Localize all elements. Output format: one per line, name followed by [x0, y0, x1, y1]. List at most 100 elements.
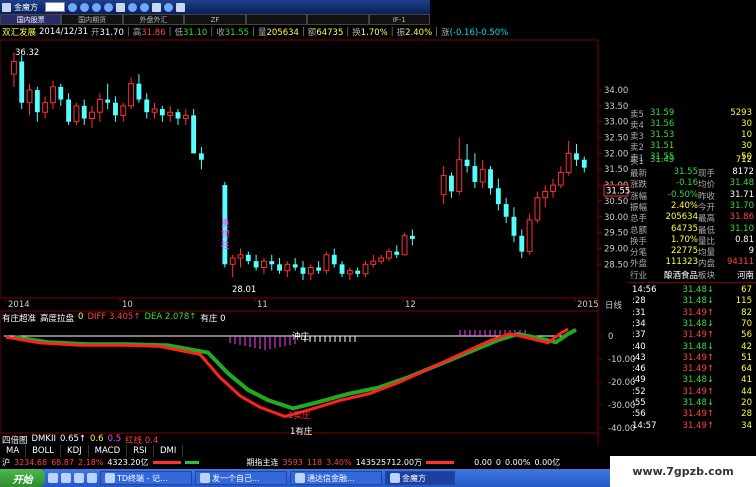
sh-index[interactable]: 3234.68	[14, 458, 47, 467]
tick-row[interactable]: :55 31.48↓ 20	[632, 398, 752, 408]
y-tick-label: 32.00	[604, 149, 628, 159]
futures-price[interactable]: 3593	[283, 458, 303, 467]
quote-stat-row[interactable]: 分笔 22775 均量 9	[630, 246, 754, 258]
quicklaunch-desktop-icon[interactable]	[61, 473, 71, 483]
candle-body	[346, 270, 353, 275]
candle-body	[175, 112, 181, 119]
stat-value: 2.40%	[670, 200, 698, 211]
taskbar-item-0[interactable]: TD终端 - 记...	[100, 471, 192, 485]
taskbar-item-3[interactable]: 金魔方	[385, 471, 455, 485]
tick-row[interactable]: :31 31.49↑ 82	[632, 308, 752, 318]
quote-stat-row[interactable]: 外盘 111323 内盘 94311	[630, 257, 754, 269]
buy-level-1[interactable]: 买1 31.49 712	[630, 155, 752, 167]
last-price-tag: 31.55	[606, 187, 630, 197]
candle-body	[534, 197, 541, 221]
tick-row[interactable]: :52 31.49↑ 44	[632, 387, 752, 397]
indicator-tab-dmi[interactable]: DMI	[154, 445, 184, 457]
quote-stat-row[interactable]: 振幅 2.40% 今开 31.70	[630, 201, 754, 213]
tick-volume: 44	[741, 386, 752, 397]
candle-body	[394, 251, 400, 255]
indicator-tab-boll[interactable]: BOLL	[26, 445, 61, 457]
stat-value: -0.50%	[667, 189, 698, 200]
stat-value: 31.55	[673, 167, 698, 177]
vertical-label-char: 柱	[221, 240, 230, 251]
tick-row[interactable]: :28 31.48↓ 115	[632, 296, 752, 306]
start-button[interactable]: 开始	[0, 469, 45, 487]
vertical-label-char: 重	[221, 218, 230, 229]
indicator-tab-rsi[interactable]: RSI	[127, 445, 154, 457]
taskbar-item-1[interactable]: 发一个自己...	[195, 471, 287, 485]
quote-stat-row[interactable]: 换手 1.70% 量比 0.81	[630, 235, 754, 247]
quicklaunch-folder-icon[interactable]	[74, 473, 84, 483]
indicator-tab-macd[interactable]: MACD	[89, 445, 128, 457]
x-tick-label: 2014	[8, 300, 30, 310]
stat-label: 外盘	[630, 259, 648, 270]
candle-body	[550, 184, 556, 192]
candle-body	[456, 159, 463, 192]
tick-row[interactable]: :56 31.49↑ 28	[632, 409, 752, 419]
tick-row[interactable]: :49 31.48↓ 41	[632, 375, 752, 385]
tick-time: :40	[632, 341, 646, 352]
candle-body	[199, 153, 204, 160]
tick-row[interactable]: 14:56 31.48↓ 67	[632, 285, 752, 295]
tick-row[interactable]: :34 31.48↓ 70	[632, 319, 752, 329]
sh-percent: 2.18%	[78, 458, 104, 467]
taskbar-item-label: 发一个自己...	[212, 473, 260, 483]
stat-label: 涨幅	[630, 191, 648, 202]
y-tick-label: 28.50	[604, 260, 628, 270]
stat-label: 总手	[630, 214, 648, 225]
indicator-tab-kdj[interactable]: KDJ	[61, 445, 89, 457]
tick-price: 31.49↑	[682, 409, 714, 420]
quicklaunch-media-icon[interactable]	[87, 473, 97, 483]
sh-bar-green	[184, 461, 199, 464]
quote-stat-row[interactable]: 涨幅 -0.50% 昨收 31.71	[630, 190, 754, 202]
tick-volume: 115	[735, 296, 752, 307]
tick-price: 31.48↓	[682, 296, 714, 307]
macd-v1: 0	[78, 312, 84, 322]
quote-stat-row[interactable]: 行业 酿酒食品 板块 河南	[630, 269, 754, 281]
buy-label: 买1	[630, 157, 644, 167]
indicator-tab-ma[interactable]: MA	[0, 445, 27, 457]
quote-stat-row[interactable]: 总额 64735 最低 31.10	[630, 224, 754, 236]
candle-body	[237, 254, 244, 259]
tick-time: 14:56	[632, 285, 657, 295]
futures-label: 期指主连	[246, 458, 279, 467]
tick-price: 31.49↑	[682, 364, 714, 375]
candle-body	[105, 99, 111, 103]
stat-value: 31.86	[729, 212, 754, 223]
stat-value: 31.48	[729, 178, 754, 189]
status-x1: 0.00	[474, 458, 492, 467]
window-icon	[105, 473, 115, 483]
candle-body	[42, 102, 49, 113]
candle-body	[26, 89, 33, 104]
taskbar-item-2[interactable]: 通达信金融...	[290, 471, 382, 485]
macd-mark: 1卖庄	[288, 410, 311, 421]
tick-volume: 82	[741, 307, 752, 318]
quicklaunch-ie-icon[interactable]	[48, 473, 58, 483]
tick-time: :28	[632, 296, 646, 307]
tick-row[interactable]: :40 31.48↓ 42	[632, 342, 752, 352]
candle-body	[300, 267, 306, 274]
tick-row[interactable]: 14:57 31.49↑ 34	[632, 421, 752, 431]
macd-title[interactable]: 有庄超准	[2, 312, 36, 324]
zhuang-field: 有庄 0	[200, 314, 226, 324]
stat-label: 最高	[698, 214, 716, 225]
sh-bar-red	[152, 461, 181, 464]
candle-body	[19, 61, 25, 103]
stat-label: 最新	[630, 169, 648, 179]
candle-body	[386, 251, 392, 259]
tick-row[interactable]: :37 31.49↑ 56	[632, 330, 752, 340]
stat-label: 昨收	[698, 191, 716, 202]
tick-row[interactable]: :46 31.49↑ 64	[632, 364, 752, 374]
macd-mark: 沖庄	[292, 331, 310, 342]
tick-row[interactable]: :43 31.49↑ 51	[632, 353, 752, 363]
quote-stat-row[interactable]: 涨跌 -0.16 均价 31.48	[630, 178, 754, 190]
candle-body	[269, 261, 275, 265]
candle-body	[120, 105, 127, 116]
stat-value: 31.71	[729, 189, 754, 200]
quote-stat-row[interactable]: 最新 31.55 现手 8172	[630, 167, 754, 179]
candle-body	[409, 235, 415, 239]
quote-stat-row[interactable]: 总手 205634 最高 31.86	[630, 212, 754, 224]
candle-body	[316, 267, 322, 271]
tick-price: 31.49↑	[682, 386, 714, 397]
